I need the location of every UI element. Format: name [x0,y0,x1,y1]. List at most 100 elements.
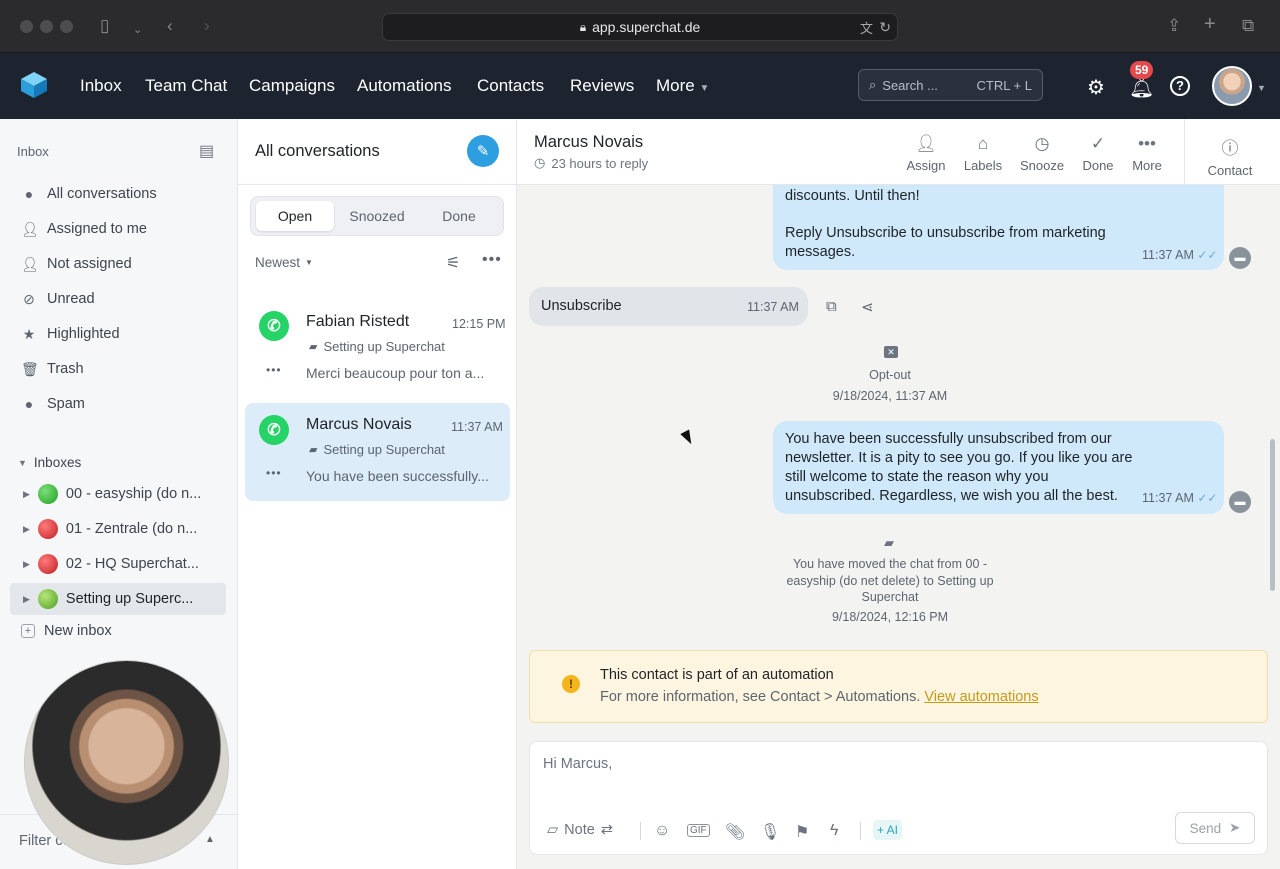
note-icon: ▱ [547,822,559,838]
avatar-caret-icon[interactable]: ▼ [1257,83,1266,93]
sidebar-item-all-conversations[interactable]: ● All conversations [0,179,238,209]
labels-button[interactable]: ⌂ Labels [953,134,1013,173]
new-inbox-button[interactable]: + New inbox [21,623,112,639]
share-icon[interactable]: ⇪ [1167,16,1181,36]
translate-icon[interactable]: 文 [860,18,873,37]
sidebar-item-highlighted[interactable]: ★ Highlighted [0,319,238,349]
compose-icon: ✎ [476,143,490,160]
new-tab-icon[interactable]: + [1204,14,1216,34]
composer-input[interactable]: Hi Marcus, [543,756,612,772]
gif-icon[interactable]: GIF [687,824,710,837]
message-text: still welcome to state the reason why yo… [785,469,1049,485]
collapse-sidebar-icon[interactable]: ▤ [199,141,214,161]
help-icon[interactable]: ? [1170,76,1190,96]
sidebar-title: Inbox [17,144,49,159]
conversation-item[interactable]: ✆ Fabian Ristedt 12:15 PM ▰ Setting up Su… [245,299,510,397]
conversation-name: Fabian Ristedt [306,313,410,330]
inbox-color-icon [37,519,58,539]
nav-contacts[interactable]: Contacts [477,76,544,96]
superchat-logo[interactable] [19,70,49,100]
send-label: Send [1189,820,1222,836]
filter-settings-icon[interactable]: ⚟ [446,253,460,273]
inbox-item-zentrale[interactable]: ▶ 01 - Zentrale (do n... [10,513,226,545]
nav-campaigns[interactable]: Campaigns [249,76,335,96]
compose-button[interactable]: ✎ [467,135,499,167]
sidebar-item-unread[interactable]: ⊘ Unread [0,284,238,314]
message-text: discounts. Until then! [785,188,920,204]
nav-automations[interactable]: Automations [357,76,452,96]
sidebar-item-spam[interactable]: ● Spam [0,389,238,419]
user-x-icon: 👤︎ [21,255,39,272]
window-zoom-button[interactable] [60,20,73,33]
inbox-label: 02 - HQ Superchat... [65,556,199,572]
snooze-button[interactable]: ◷ Snooze [1012,134,1072,173]
chat-scrollbar[interactable] [1270,439,1275,591]
chevron-down-icon[interactable]: ⌄ [133,20,142,40]
more-options-icon[interactable]: ••• [482,251,502,269]
sidebar-item-not-assigned[interactable]: 👤︎ Not assigned [0,249,238,279]
moved-system-message: You have moved the chat from 00 - easysh… [770,556,1010,606]
inbox-item-setting-up-superchat[interactable]: ▶ Setting up Superc... [10,583,226,615]
forward-icon[interactable]: › [204,16,210,36]
search-input[interactable]: ⌕ Search ... CTRL + L [858,69,1043,101]
settings-gear-icon[interactable]: ⚙ [1087,75,1105,100]
lightning-icon[interactable]: ϟ [830,822,838,840]
conversation-time: 11:37 AM [451,420,503,434]
tabs-overview-icon[interactable]: ⧉ [1242,16,1254,36]
nav-more[interactable]: More ▼ [656,76,709,96]
divider [1184,119,1185,185]
send-button[interactable]: Send ➤ [1175,812,1255,844]
done-label: Done [1082,158,1114,173]
more-dots-icon[interactable]: ••• [266,363,282,377]
sidebar-toggle-icon[interactable]: ▯ [100,16,109,36]
tab-snoozed[interactable]: Snoozed [338,201,416,231]
nav-inbox[interactable]: Inbox [80,76,122,96]
bookmark-icon[interactable]: ⚑ [795,822,809,842]
address-bar[interactable]: 🔒︎ app.superchat.de 文 ↻ [382,13,898,41]
conversation-item-selected[interactable]: ✆ Marcus Novais 11:37 AM ▰ Setting up Sup… [245,403,510,501]
top-navigation: Inbox Team Chat Campaigns Automations Co… [0,53,1280,119]
sort-dropdown[interactable]: Newest ▼ [255,255,313,270]
more-dots-icon[interactable]: ••• [266,466,282,480]
copy-icon[interactable]: ⧉ [826,298,837,315]
reply-status: ◷ 23 hours to reply [534,155,648,171]
ai-button[interactable]: + AI [873,820,903,840]
caret-down-icon: ▼ [699,83,710,94]
reload-icon[interactable]: ↻ [879,19,891,36]
tab-open[interactable]: Open [256,201,334,231]
divider [860,822,861,840]
double-check-icon: ✓✓ [1197,491,1218,505]
window-minimize-button[interactable] [40,20,53,33]
note-toggle[interactable]: ▱ Note ⇄ [547,822,613,838]
message-text: newsletter. It is a pity to see you go. … [785,450,1133,466]
caret-right-icon: ▶ [23,488,30,499]
contact-button[interactable]: ⓘ Contact [1200,134,1260,178]
share-icon[interactable]: ⋖ [861,298,874,316]
attachment-icon[interactable]: 📎︎ [725,822,745,842]
message-composer[interactable]: Hi Marcus, ▱ Note ⇄ ☺ GIF 📎︎ 🎙︎ ⚑ ϟ + AI S… [529,741,1268,855]
inboxes-section-header[interactable]: ▼ Inboxes [18,455,81,470]
inbox-item-easyship[interactable]: ▶ 00 - easyship (do n... [10,478,226,510]
contact-name[interactable]: Marcus Novais [534,133,643,152]
conversation-preview: Merci beaucoup pour ton a... [306,365,485,381]
assign-button[interactable]: 👤︎ Assign [896,134,956,173]
user-avatar[interactable] [1212,66,1252,106]
sidebar-item-trash[interactable]: 🗑︎ Trash [0,354,238,384]
message-text: messages. [785,244,856,260]
chat-panel: Marcus Novais ◷ 23 hours to reply 👤︎ Assig… [517,119,1280,869]
back-icon[interactable]: ‹ [167,16,173,36]
window-close-button[interactable] [20,20,33,33]
more-button[interactable]: ••• More [1117,134,1177,173]
sidebar-item-label: Assigned to me [47,221,147,237]
green-apple-icon [37,589,58,609]
nav-reviews[interactable]: Reviews [570,76,634,96]
sidebar-item-assigned-to-me[interactable]: 👤︎ Assigned to me [0,214,238,244]
chat-icon: ● [24,186,34,202]
microphone-icon[interactable]: 🎙︎ [760,822,780,842]
tab-done[interactable]: Done [420,201,498,231]
more-dots-icon: ••• [1138,134,1156,153]
inbox-item-hq-superchat[interactable]: ▶ 02 - HQ Superchat... [10,548,226,580]
nav-team-chat[interactable]: Team Chat [145,76,227,96]
view-automations-link[interactable]: View automations [924,689,1038,705]
emoji-icon[interactable]: ☺ [654,822,670,840]
